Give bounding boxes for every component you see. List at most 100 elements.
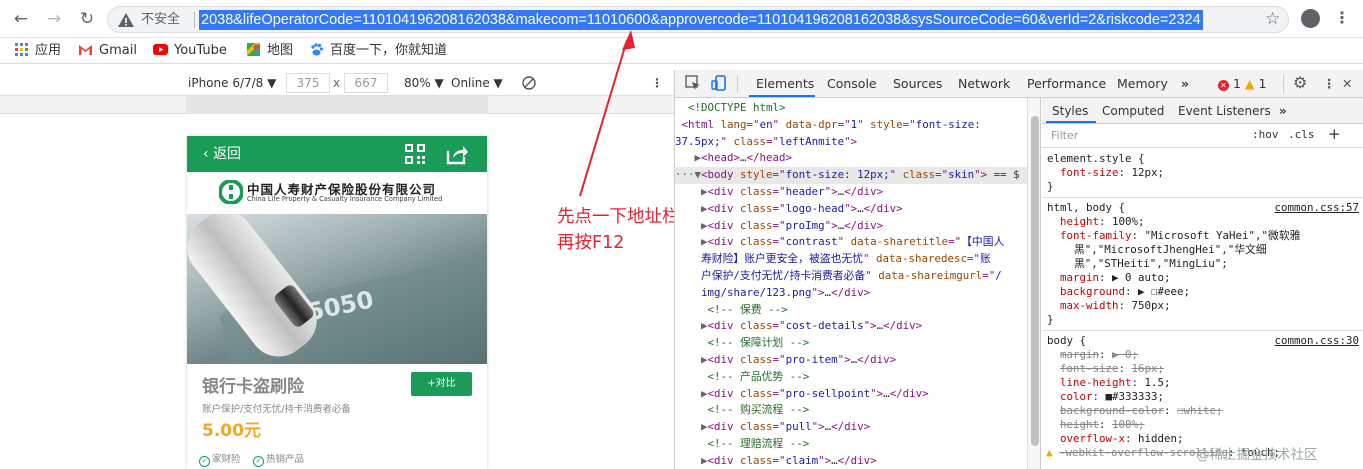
css-declaration[interactable]: margin: ▶ 0 auto; xyxy=(1060,271,1171,285)
tab-event-listeners[interactable]: Event Listeners xyxy=(1178,104,1271,118)
hover-state-button[interactable]: :hov xyxy=(1252,128,1279,141)
more-tabs-icon[interactable]: » xyxy=(1181,76,1189,91)
css-declaration[interactable]: height: 100%; xyxy=(1060,418,1145,432)
tree-toggle: ▶ xyxy=(675,453,708,467)
css-rule-close[interactable]: } xyxy=(1047,313,1359,327)
browser-menu-icon[interactable]: ⋮ xyxy=(1334,8,1350,27)
css-declaration[interactable]: font-size: 12px; xyxy=(1060,166,1164,180)
bookmark-gmail[interactable]: Gmail xyxy=(78,41,137,61)
dom-node-line[interactable]: <!-- 保费 --> xyxy=(675,302,788,319)
reload-icon[interactable]: ↻ xyxy=(76,8,98,30)
dom-node-line[interactable]: ▶<div class="logo-head">…</div> xyxy=(675,201,903,218)
dom-node-line[interactable]: ▶<div class="contrast" data-sharetitle="… xyxy=(675,234,1004,251)
more-panels-icon[interactable]: » xyxy=(1279,104,1287,118)
css-source-link[interactable]: common.css:30 xyxy=(1274,334,1359,348)
product-description: 账户保护/支付无忧/持卡消费者必备 xyxy=(202,404,351,415)
bookmark-star-icon[interactable]: ☆ xyxy=(1265,9,1280,29)
css-selector[interactable]: body {common.css:30 xyxy=(1047,334,1359,348)
settings-gear-icon[interactable]: ⚙ xyxy=(1293,73,1307,92)
dom-node-line[interactable]: ▶<div class="pro-sellpoint">…</div> xyxy=(675,386,929,403)
zoom-select[interactable]: 80% ▼ xyxy=(404,75,444,91)
tab-network[interactable]: Network xyxy=(958,76,1010,91)
css-declaration[interactable]: 黑","MicrosoftJhengHei","华文细 xyxy=(1074,243,1267,257)
dom-node-line[interactable]: <!-- 理赔流程 --> xyxy=(675,436,810,453)
css-declaration[interactable]: font-family: "Microsoft YaHei","微软雅 xyxy=(1060,229,1300,243)
dom-node-line[interactable]: <!-- 产品优势 --> xyxy=(675,369,810,386)
css-declaration[interactable]: max-width: 750px; xyxy=(1060,299,1171,313)
tag-item: ✓ 热销产品 xyxy=(253,451,304,467)
css-declaration[interactable]: line-height: 1.5; xyxy=(1060,376,1171,390)
css-declaration[interactable]: 黑","STHeiti","MingLiu"; xyxy=(1074,257,1228,271)
inspect-element-icon[interactable] xyxy=(685,75,701,91)
devtools-menu-icon[interactable]: ⋮ xyxy=(1323,76,1336,91)
dom-node-line[interactable]: <!-- 购买流程 --> xyxy=(675,402,810,419)
css-declaration[interactable]: margin: ▶ 0; xyxy=(1060,348,1138,362)
tab-styles[interactable]: Styles xyxy=(1052,104,1088,118)
dom-node-line[interactable]: img/share/123.png">…</div> xyxy=(675,285,870,302)
bookmark-baidu[interactable]: 百度一下，你就知道 xyxy=(309,41,447,61)
height-input[interactable]: 667 xyxy=(344,73,388,93)
css-declaration[interactable]: color: ■#333333; xyxy=(1060,390,1164,404)
bookmark-apps[interactable]: 应用 xyxy=(14,41,61,61)
css-value: ▶ ☐#eee; xyxy=(1138,285,1191,298)
dom-token: =" xyxy=(772,201,786,215)
css-source-link[interactable]: common.css:57 xyxy=(1274,201,1359,215)
close-icon[interactable]: ✕ xyxy=(1342,76,1352,91)
tab-computed[interactable]: Computed xyxy=(1102,104,1164,118)
dom-token: =" xyxy=(772,386,786,400)
css-declaration[interactable]: background-color: ☐white; xyxy=(1060,404,1223,418)
qr-code-icon[interactable] xyxy=(404,143,426,165)
back-button[interactable]: ‹ 返回 xyxy=(203,145,241,163)
css-selector[interactable]: html, body {common.css:57 xyxy=(1047,201,1359,215)
width-input[interactable]: 375 xyxy=(286,73,330,93)
css-declaration[interactable]: height: 100%; xyxy=(1060,215,1145,229)
dom-token: img/share/123.png xyxy=(701,285,812,299)
bookmark-youtube[interactable]: YouTube xyxy=(153,41,227,61)
network-select[interactable]: Online ▼ xyxy=(451,75,503,91)
compare-button[interactable]: +对比 xyxy=(411,372,472,396)
bookmark-maps[interactable]: 地图 xyxy=(246,41,293,61)
device-select[interactable]: iPhone 6/7/8 ▼ xyxy=(188,75,276,91)
dom-node-line[interactable]: ▶<div class="cost-details">…</div> xyxy=(675,318,922,335)
dom-node-line[interactable]: ▶<div class="pull">…</div> xyxy=(675,419,870,436)
share-icon[interactable] xyxy=(446,143,468,165)
css-declaration[interactable]: font-size: 16px; xyxy=(1060,362,1164,376)
tab-console[interactable]: Console xyxy=(827,76,877,91)
dom-node-line[interactable]: <html lang="en" data-dpr="1" style="font… xyxy=(675,117,981,134)
address-bar[interactable]: 不安全 2038&lifeOperatorCode=11010419620816… xyxy=(107,6,1289,33)
dom-token: <div xyxy=(707,420,741,434)
class-toggle-button[interactable]: .cls xyxy=(1288,128,1315,141)
tab-elements[interactable]: Elements xyxy=(756,76,814,91)
dom-node-line[interactable]: ▶<div class="pro-item">…</div> xyxy=(675,352,896,369)
css-declaration[interactable]: overflow-x: hidden; xyxy=(1060,432,1184,446)
forward-arrow-icon[interactable]: → xyxy=(43,8,65,30)
error-count[interactable]: ✕ 1 ▲ 1 xyxy=(1218,76,1266,91)
add-rule-icon[interactable]: + xyxy=(1328,125,1341,143)
dom-node-line[interactable]: <!DOCTYPE html> xyxy=(675,100,786,117)
tab-sources[interactable]: Sources xyxy=(893,76,942,91)
dom-node-line[interactable]: <!-- 保障计划 --> xyxy=(675,335,810,352)
dom-node-line[interactable]: 户保护/支付无忧/持卡消费者必备" data-shareimgurl="/ xyxy=(675,268,1002,285)
filter-input[interactable]: Filter xyxy=(1051,129,1078,142)
dom-node-line[interactable]: ▶<div class="claim">…</div> xyxy=(675,453,877,469)
profile-avatar-icon[interactable] xyxy=(1301,9,1320,28)
device-toggle-icon[interactable] xyxy=(711,75,727,91)
dom-node-line[interactable]: ···▼<body style="font-size: 12px;" class… xyxy=(675,167,1027,184)
css-declaration[interactable]: background: ▶ ☐#eee; xyxy=(1060,285,1190,299)
tab-memory[interactable]: Memory xyxy=(1117,76,1168,91)
device-menu-icon[interactable]: ⋮ xyxy=(651,75,663,91)
css-rule-close[interactable]: } xyxy=(1047,180,1359,194)
dom-node-line[interactable]: ▶<div class="proImg">…</div> xyxy=(675,218,883,235)
warning-count-value: 1 xyxy=(1258,76,1267,91)
url-text[interactable]: 2038&lifeOperatorCode=110104196208162038… xyxy=(199,10,1203,30)
rotate-icon[interactable] xyxy=(521,75,537,91)
back-arrow-icon[interactable]: ← xyxy=(10,8,32,30)
tab-performance[interactable]: Performance xyxy=(1027,76,1106,91)
dom-node-line[interactable]: 寿财险】账户更安全，被盗也无忧" data-sharedesc="账 xyxy=(675,251,991,268)
tree-toggle xyxy=(675,101,688,114)
elements-scrollbar[interactable] xyxy=(1027,98,1041,469)
dom-node-line[interactable]: 37.5px;" class="leftAnmite"> xyxy=(675,134,857,151)
dom-node-line[interactable]: ▶<div class="header">…</div> xyxy=(675,184,883,201)
css-selector[interactable]: element.style { xyxy=(1047,152,1359,166)
dom-node-line[interactable]: ▶<head>…</head> xyxy=(675,150,793,167)
